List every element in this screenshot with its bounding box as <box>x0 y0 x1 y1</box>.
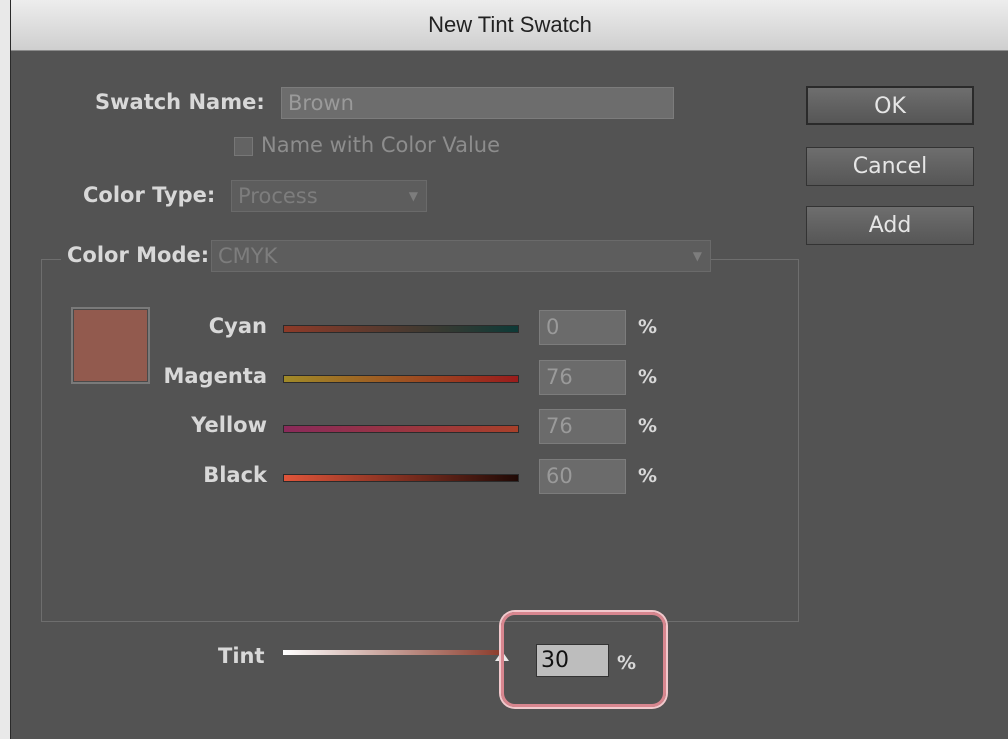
cancel-button[interactable]: Cancel <box>806 147 974 186</box>
swatch-name-field[interactable]: Brown <box>281 87 674 119</box>
cyan-label: Cyan <box>208 314 267 338</box>
chevron-down-icon: ▼ <box>692 249 702 263</box>
black-slider[interactable] <box>283 474 519 482</box>
yellow-label: Yellow <box>191 413 267 437</box>
swatch-name-label: Swatch Name: <box>95 90 265 114</box>
tint-percent-sign: % <box>617 652 637 674</box>
title-bar[interactable]: New Tint Swatch <box>11 0 1008 51</box>
tint-value-field[interactable]: 30 <box>536 644 609 677</box>
color-type-value: Process <box>238 184 318 208</box>
yellow-percent-sign: % <box>638 415 658 437</box>
yellow-slider[interactable] <box>283 425 519 433</box>
cyan-percent-sign: % <box>638 316 658 338</box>
chevron-down-icon: ▼ <box>408 189 418 203</box>
black-value-field[interactable]: 60 <box>539 459 626 494</box>
tint-slider[interactable] <box>283 650 503 655</box>
tint-label: Tint <box>218 644 265 668</box>
yellow-value-field[interactable]: 76 <box>539 409 626 444</box>
ok-button[interactable]: OK <box>806 86 974 125</box>
black-percent-sign: % <box>638 465 658 487</box>
add-button[interactable]: Add <box>806 206 974 245</box>
color-mode-group <box>41 259 799 622</box>
magenta-slider[interactable] <box>283 375 519 383</box>
color-mode-value: CMYK <box>218 244 278 268</box>
magenta-percent-sign: % <box>638 366 658 388</box>
black-label: Black <box>203 463 267 487</box>
dialog-title: New Tint Swatch <box>428 12 592 37</box>
new-tint-swatch-dialog: New Tint Swatch Swatch Name: Brown Name … <box>10 0 1008 739</box>
magenta-label: Magenta <box>163 364 267 388</box>
cyan-slider[interactable] <box>283 325 519 333</box>
color-swatch-preview <box>71 307 150 384</box>
color-mode-dropdown[interactable]: CMYK ▼ <box>211 240 711 272</box>
cyan-value-field[interactable]: 0 <box>539 310 626 345</box>
color-type-label: Color Type: <box>83 183 216 207</box>
color-type-dropdown[interactable]: Process ▼ <box>231 180 427 212</box>
color-mode-label: Color Mode: <box>61 243 216 267</box>
name-with-color-value-checkbox[interactable] <box>234 137 253 156</box>
name-with-color-value-label: Name with Color Value <box>261 133 501 157</box>
magenta-value-field[interactable]: 76 <box>539 360 626 395</box>
